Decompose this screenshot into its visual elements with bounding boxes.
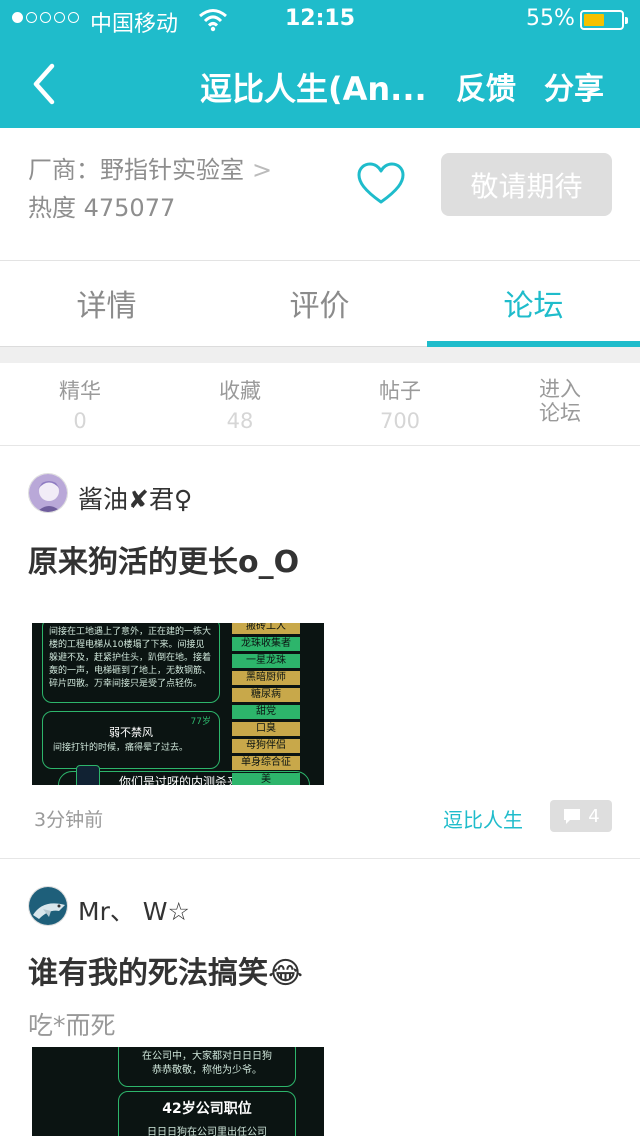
laughing-emoji-icon: 😂: [268, 956, 304, 991]
stat-favorites-value: 48: [226, 409, 254, 433]
stat-featured-value: 0: [73, 409, 87, 433]
event-card-title: 42岁公司职位: [162, 1101, 252, 1117]
forum-stats: 精华 0 收藏 48 帖子 700 进入 论坛: [0, 363, 640, 446]
event-card: 42岁公司职位 日日日狗在公司里出任公司: [118, 1091, 296, 1136]
heat-label: 热度 475077: [28, 194, 176, 222]
story-text-line1: 在公司中，大家都对日日日狗: [142, 1051, 272, 1062]
stat-posts[interactable]: 帖子 700: [350, 375, 450, 433]
post-title[interactable]: 原来狗活的更长o_O: [28, 537, 299, 581]
tab-bar: 详情 评价 论坛: [0, 260, 640, 347]
post-time: 3分钟前: [34, 809, 104, 831]
post-game-link[interactable]: 逗比人生: [443, 804, 523, 833]
phone-icon: [76, 765, 100, 785]
event-card-text: 间接打针的时候，痛得晕了过去。: [53, 743, 189, 753]
event-card-age: 77岁: [190, 717, 211, 727]
trait-tag: 一星龙珠: [232, 654, 300, 668]
comment-count-badge[interactable]: 4: [550, 800, 612, 832]
battery-percent: 55%: [526, 6, 575, 31]
avatar[interactable]: [28, 473, 68, 513]
stat-favorites-label: 收藏: [219, 379, 261, 403]
story-card: 在公司中，大家都对日日日狗 恭恭敬敬，称他为少爷。: [118, 1047, 296, 1087]
post-title[interactable]: 谁有我的死法搞笑😂: [28, 948, 303, 992]
tab-forum[interactable]: 论坛: [427, 260, 640, 346]
post-author[interactable]: Mr、 W☆: [78, 892, 190, 928]
forum-post[interactable]: 酱油✘君♀ 原来狗活的更长o_O 间接在工地遇上了意外，正在建的一栋大楼的工程电…: [0, 445, 640, 859]
trait-tag: 单身综合征: [232, 756, 300, 770]
stat-favorites[interactable]: 收藏 48: [190, 375, 290, 433]
trait-tag: 搬砖工人: [232, 623, 300, 634]
post-excerpt: 吃*而死: [28, 1011, 116, 1040]
stat-featured[interactable]: 精华 0: [30, 375, 130, 433]
tab-details[interactable]: 详情: [0, 260, 213, 346]
post-title-text: 谁有我的死法搞笑: [28, 956, 268, 991]
avatar[interactable]: [28, 886, 68, 926]
trait-tag: 黑暗厨师: [232, 671, 300, 685]
comment-count: 4: [588, 805, 600, 827]
battery-icon: [580, 10, 628, 30]
event-card-text: 日日日狗在公司里出任公司: [147, 1127, 267, 1136]
coming-soon-button[interactable]: 敬请期待: [441, 153, 612, 216]
post-image[interactable]: 在公司中，大家都对日日日狗 恭恭敬敬，称他为少爷。 42岁公司职位 日日日狗在公…: [32, 1047, 324, 1136]
story-text-line2: 恭恭敬敬，称他为少爷。: [152, 1065, 262, 1076]
status-bar: 中国移动 12:15 55%: [0, 0, 640, 40]
vendor-link[interactable]: 厂商：野指针实验室 >: [28, 150, 272, 185]
enter-forum-button[interactable]: 进入 论坛: [510, 377, 610, 425]
stat-posts-value: 700: [379, 409, 421, 433]
enter-forum-line2: 论坛: [539, 401, 581, 425]
chevron-right-icon: >: [252, 156, 273, 184]
vendor-label: 厂商：野指针实验室: [28, 156, 244, 184]
stat-posts-label: 帖子: [379, 379, 421, 403]
tab-reviews[interactable]: 评价: [213, 260, 426, 346]
section-divider: [0, 347, 640, 363]
post-image[interactable]: 间接在工地遇上了意外，正在建的一栋大楼的工程电梯从10楼塌了下来。间接见躲避不及…: [32, 623, 324, 785]
trait-tag: 糖尿病: [232, 688, 300, 702]
trait-tag: 母狗伴侣: [232, 739, 300, 753]
app-header: 中国移动 12:15 55% 逗比人生(An... 反馈 分享: [0, 0, 640, 128]
back-chevron-icon[interactable]: [24, 60, 72, 108]
story-text: 间接在工地遇上了意外，正在建的一栋大楼的工程电梯从10楼塌了下来。间接见躲避不及…: [49, 627, 212, 689]
app-info-section: 厂商：野指针实验室 > 热度 475077 敬请期待: [0, 128, 640, 261]
feedback-button[interactable]: 反馈: [456, 64, 516, 108]
forum-post[interactable]: Mr、 W☆ 谁有我的死法搞笑😂 吃*而死 在公司中，大家都对日日日狗 恭恭敬敬…: [0, 858, 640, 1136]
post-author[interactable]: 酱油✘君♀: [78, 480, 192, 516]
share-button[interactable]: 分享: [544, 64, 604, 108]
trait-tag: 口臭: [232, 722, 300, 736]
stat-featured-label: 精华: [59, 379, 101, 403]
event-card: 弱不禁风 77岁 间接打针的时候，痛得晕了过去。: [42, 711, 220, 769]
trait-tag: 龙珠收集者: [232, 637, 300, 651]
heart-outline-icon[interactable]: [356, 162, 406, 206]
battery-fill: [584, 14, 604, 26]
comment-bubble-icon: [564, 809, 581, 824]
trait-tag: 美: [232, 773, 300, 785]
story-card: 间接在工地遇上了意外，正在建的一栋大楼的工程电梯从10楼塌了下来。间接见躲避不及…: [42, 623, 220, 703]
trait-tag: 甜党: [232, 705, 300, 719]
enter-forum-line1: 进入: [539, 377, 581, 401]
page-title: 逗比人生(An...: [200, 70, 427, 108]
